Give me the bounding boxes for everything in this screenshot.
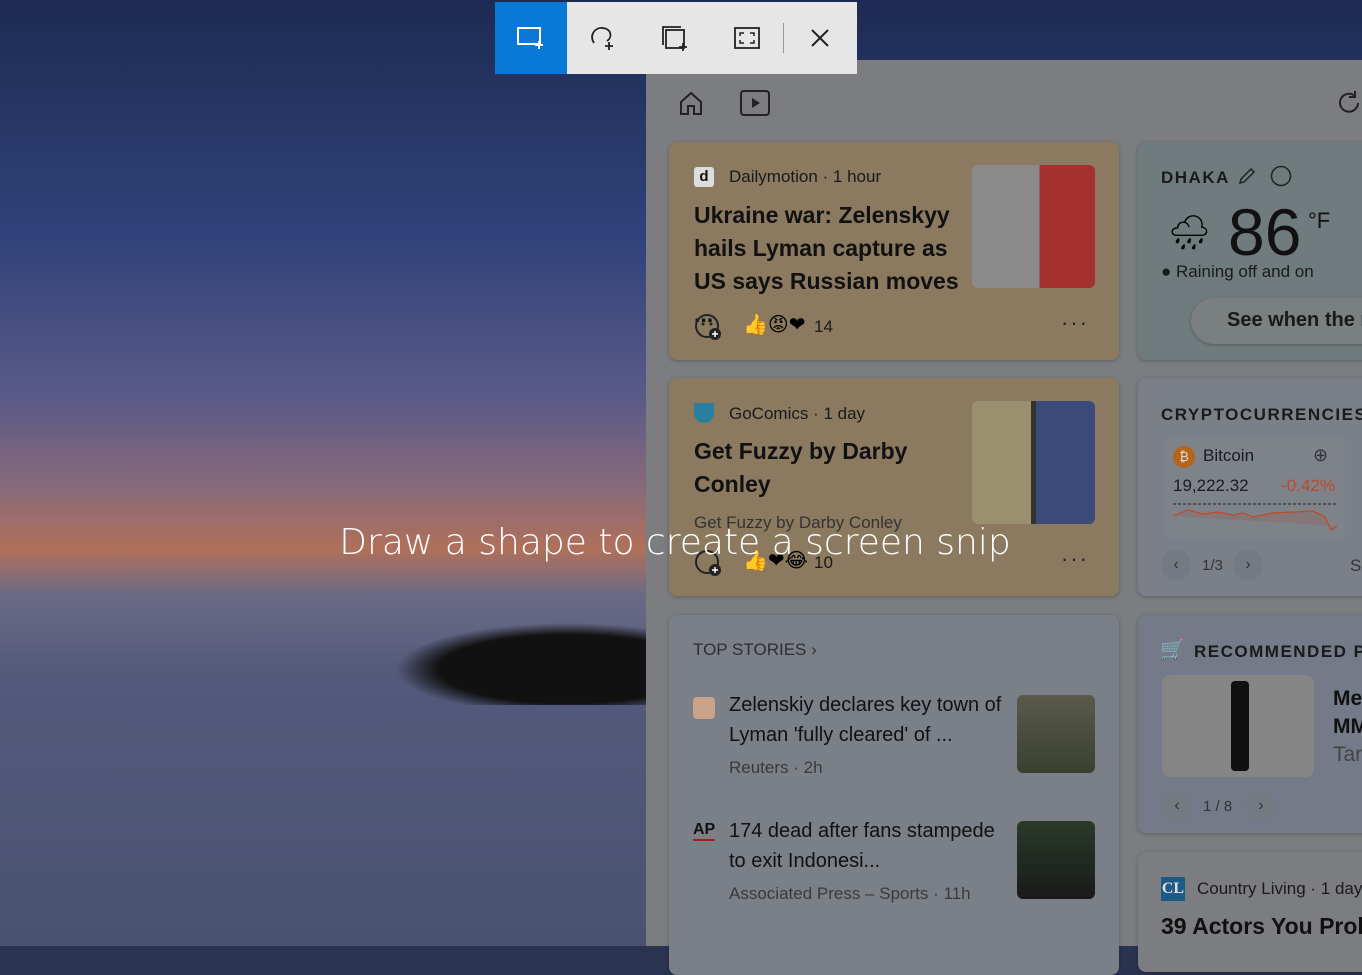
- snip-instruction: Draw a shape to create a screen snip: [339, 522, 1011, 563]
- condition-text: Raining off and on: [1176, 262, 1314, 281]
- droplet-icon: ●: [1161, 262, 1172, 281]
- temperature: 86: [1228, 195, 1302, 269]
- weather-condition: ● Raining off and on: [1161, 262, 1314, 282]
- crypto-header: CRYPTOCURRENCIES: [1161, 405, 1362, 424]
- edit-icon[interactable]: [1235, 164, 1259, 188]
- close-button[interactable]: [784, 2, 856, 74]
- weather-card[interactable]: DHAKA 🌧 86 °F ● Raining off and on See w…: [1138, 142, 1362, 360]
- recommended-pager: 1 / 8: [1203, 798, 1233, 815]
- card-title[interactable]: Get Fuzzy by Darby Conley: [694, 435, 954, 501]
- see-rain-button[interactable]: See when the r: [1191, 298, 1362, 344]
- freeform-snip-button[interactable]: [567, 2, 639, 74]
- reaction-count: 14: [814, 317, 833, 336]
- recommended-card: 🛒 RECOMMENDED PI Me MM Tar ‹ 1 / 8 ›: [1138, 615, 1362, 833]
- story-thumbnail: [1017, 695, 1095, 773]
- product-store: Tar: [1333, 743, 1362, 766]
- freeform-snip-icon: [591, 27, 613, 50]
- reuters-logo: [693, 697, 715, 719]
- reaction-emojis: 👍😡❤: [743, 314, 806, 336]
- prev-button[interactable]: ‹: [1162, 791, 1192, 821]
- card-title: 39 Actors You Prob: [1161, 913, 1362, 939]
- news-widget-panel: d Dailymotion · 1 hour Ukraine war: Zele…: [646, 60, 1362, 975]
- top-stories-card: TOP STORIES › Zelenskiy declares key tow…: [669, 615, 1119, 975]
- story-title: 174 dead after fans stampede to exit Ind…: [729, 820, 995, 872]
- story-meta: Reuters · 2h: [729, 758, 823, 777]
- product-title-line: MM: [1333, 715, 1362, 738]
- window-snip-icon: [662, 26, 687, 51]
- story-meta: Associated Press – Sports · 11h: [729, 884, 971, 903]
- map-thumbnail: [972, 165, 1095, 288]
- country-living-logo: CL: [1161, 877, 1185, 901]
- chevron-right-icon: ›: [811, 640, 817, 659]
- card-source: Country Living · 1 day: [1197, 879, 1362, 898]
- crypto-card: CRYPTOCURRENCIES ₿ Bitcoin ⊕ 19,222.32 -…: [1138, 378, 1362, 596]
- dailymotion-logo: d: [694, 167, 714, 187]
- punching-bag: [1231, 681, 1249, 771]
- card-source: Dailymotion · 1 hour: [729, 167, 882, 186]
- home-icon[interactable]: [676, 88, 706, 118]
- bitcoin-icon: ₿: [1173, 446, 1195, 468]
- rectangular-snip-button[interactable]: [495, 2, 567, 74]
- product-title-line: Me: [1333, 687, 1362, 710]
- news-card[interactable]: GoComics · 1 day Get Fuzzy by Darby Conl…: [669, 378, 1119, 596]
- product-image[interactable]: [1162, 675, 1314, 777]
- story-title: Zelenskiy declares key town of Lyman 'fu…: [729, 694, 1002, 746]
- rectangle-snip-icon: [517, 27, 543, 49]
- weather-city: DHAKA: [1161, 168, 1230, 187]
- coin-price: 19,222.32: [1173, 476, 1249, 495]
- coin-change: -0.42%: [1281, 476, 1335, 495]
- window-snip-button[interactable]: [639, 2, 711, 74]
- ap-logo: AP: [693, 821, 716, 841]
- snip-toolbar: [495, 2, 857, 74]
- video-icon[interactable]: [739, 88, 771, 118]
- fullscreen-snip-button[interactable]: [711, 2, 783, 74]
- more-options-button[interactable]: ···: [1061, 310, 1089, 336]
- globe-icon[interactable]: [1269, 164, 1293, 188]
- add-watchlist-icon[interactable]: ⊕: [1313, 445, 1328, 466]
- news-card[interactable]: CL Country Living · 1 day 39 Actors You …: [1138, 852, 1362, 972]
- next-button[interactable]: ›: [1246, 791, 1276, 821]
- story-thumbnail: [1017, 821, 1095, 899]
- fullscreen-snip-icon: [734, 27, 760, 49]
- coin-name: Bitcoin: [1203, 446, 1255, 465]
- recommended-header: RECOMMENDED PI: [1194, 642, 1362, 661]
- top-stories-label: TOP STORIES: [693, 640, 807, 659]
- card-source: GoComics · 1 day: [729, 404, 866, 423]
- product-title[interactable]: Me MM: [1333, 685, 1362, 741]
- rain-night-icon: 🌧: [1167, 214, 1212, 252]
- comic-thumbnail: [972, 401, 1095, 524]
- wallpaper-rocks: [365, 615, 655, 705]
- news-card[interactable]: d Dailymotion · 1 hour Ukraine war: Zele…: [669, 142, 1119, 360]
- add-reaction-icon[interactable]: [693, 312, 723, 342]
- close-icon: [811, 29, 829, 47]
- gocomics-logo: [694, 403, 714, 423]
- refresh-icon[interactable]: [1334, 88, 1362, 118]
- cart-icon: 🛒: [1160, 639, 1185, 661]
- top-stories-header[interactable]: TOP STORIES ›: [693, 640, 817, 660]
- temp-unit: °F: [1308, 208, 1331, 233]
- card-title[interactable]: Ukraine war: Zelenskyy hails Lyman captu…: [694, 199, 974, 331]
